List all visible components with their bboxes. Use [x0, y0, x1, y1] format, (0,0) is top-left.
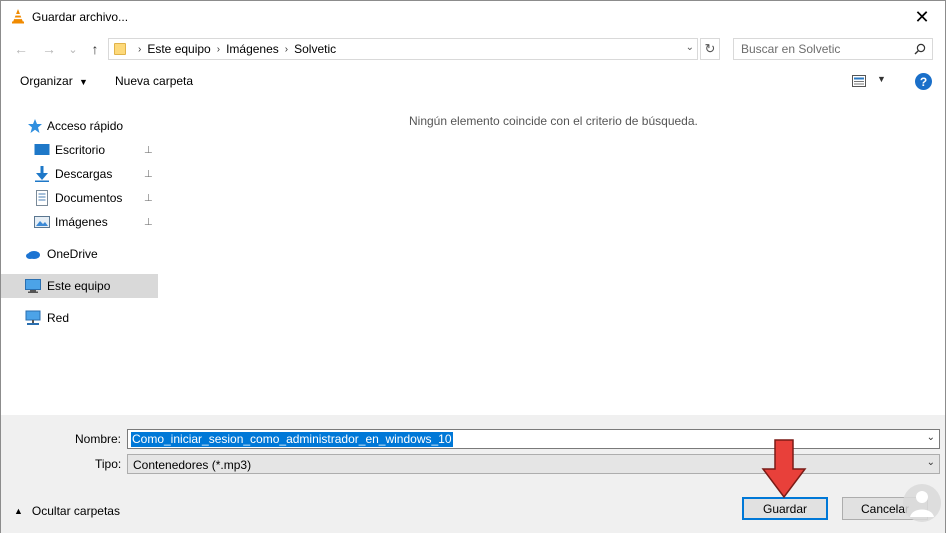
recent-locations-button[interactable]: ⌄	[63, 38, 83, 60]
computer-icon	[25, 279, 41, 293]
desktop-icon	[34, 144, 50, 155]
back-arrow-icon: ←	[14, 41, 28, 57]
breadcrumb-separator: ›	[284, 43, 289, 55]
save-file-dialog: Guardar archivo... ✕ ← → ⌄ ↑ › Este equi…	[0, 0, 946, 533]
sidebar-item-label: Documentos	[55, 191, 123, 205]
file-type-label: Tipo:	[95, 457, 122, 471]
view-dropdown-icon[interactable]: ▼	[877, 74, 886, 84]
search-placeholder: Buscar en Solvetic	[741, 42, 841, 56]
sidebar-item-desktop[interactable]: Escritorio ⊥	[1, 138, 158, 162]
up-arrow-icon: ↑	[91, 41, 99, 57]
file-name-label: Nombre:	[75, 432, 122, 446]
sidebar-item-documents[interactable]: Documentos ⊥	[1, 186, 158, 210]
file-type-value: Contenedores (*.mp3)	[133, 458, 252, 472]
sidebar-item-label: Descargas	[55, 167, 113, 181]
title-bar: Guardar archivo... ✕	[1, 1, 945, 33]
pin-icon[interactable]: ⊥	[144, 169, 153, 180]
window-title: Guardar archivo...	[32, 10, 129, 24]
download-icon	[35, 166, 49, 182]
close-button[interactable]: ✕	[899, 1, 945, 33]
refresh-button[interactable]: ↻	[700, 38, 720, 60]
save-button[interactable]: Guardar	[742, 497, 828, 520]
sidebar-item-network[interactable]: Red	[1, 306, 158, 330]
search-input[interactable]: Buscar en Solvetic	[733, 38, 933, 60]
empty-results-message: Ningún elemento coincide con el criterio…	[409, 114, 698, 128]
chevron-down-icon: ⌄	[68, 43, 78, 56]
chevron-down-icon[interactable]: ⌄	[927, 432, 935, 443]
navigation-pane: Acceso rápido Escritorio ⊥ Descargas ⊥ D…	[1, 109, 159, 409]
help-icon[interactable]: ?	[915, 73, 932, 90]
refresh-icon: ↻	[704, 41, 716, 56]
organize-label: Organizar	[20, 74, 73, 88]
pictures-icon	[34, 216, 50, 228]
sidebar-item-onedrive[interactable]: OneDrive	[1, 242, 158, 266]
pin-icon[interactable]: ⊥	[144, 193, 153, 204]
hide-folders-label: Ocultar carpetas	[31, 504, 120, 518]
sidebar-item-label: Acceso rápido	[47, 119, 124, 133]
breadcrumb-separator: ›	[216, 43, 221, 55]
up-button[interactable]: ↑	[85, 38, 105, 60]
sidebar-item-label: OneDrive	[47, 247, 98, 261]
address-dropdown-icon[interactable]: ⌄	[686, 42, 694, 53]
pin-icon[interactable]: ⊥	[144, 217, 153, 228]
organize-menu[interactable]: Organizar ▼	[20, 74, 88, 88]
file-name-input[interactable]: Como_iniciar_sesion_como_administrador_e…	[127, 429, 940, 449]
forward-arrow-icon: →	[42, 41, 56, 57]
sidebar-item-label: Este equipo	[47, 279, 111, 293]
pin-icon[interactable]: ⊥	[144, 145, 153, 156]
back-button[interactable]: ←	[11, 38, 31, 60]
forward-button[interactable]: →	[39, 38, 59, 60]
sidebar-item-label: Red	[47, 311, 70, 325]
network-icon	[25, 310, 41, 325]
breadcrumb-this-pc[interactable]: Este equipo	[147, 42, 210, 56]
navigation-bar: ← → ⌄ ↑ › Este equipo › Imágenes › Solve…	[1, 36, 945, 62]
sidebar-item-this-pc[interactable]: Este equipo	[1, 274, 158, 298]
sidebar-item-downloads[interactable]: Descargas ⊥	[1, 162, 158, 186]
caret-down-icon: ▼	[79, 77, 88, 87]
sidebar-item-pictures[interactable]: Imágenes ⊥	[1, 210, 158, 234]
file-type-select[interactable]: Contenedores (*.mp3) ⌄	[127, 454, 940, 474]
close-icon: ✕	[914, 6, 930, 27]
chevron-down-icon[interactable]: ⌄	[927, 457, 935, 468]
file-name-value: Como_iniciar_sesion_como_administrador_e…	[131, 432, 453, 447]
address-bar[interactable]: › Este equipo › Imágenes › Solvetic ⌄	[108, 38, 698, 60]
sidebar-item-quick-access[interactable]: Acceso rápido	[1, 114, 158, 138]
hide-folders-toggle[interactable]: ▲ Ocultar carpetas	[14, 504, 120, 518]
command-toolbar: Organizar ▼ Nueva carpeta ▼ ?	[1, 69, 945, 95]
sidebar-item-label: Escritorio	[55, 143, 106, 157]
breadcrumb-pictures[interactable]: Imágenes	[226, 42, 279, 56]
watermark-logo-icon	[903, 484, 941, 522]
document-icon	[36, 190, 48, 206]
new-folder-button[interactable]: Nueva carpeta	[115, 74, 193, 88]
chevron-up-icon: ▲	[14, 506, 23, 516]
cloud-icon	[26, 251, 40, 259]
breadcrumb-solvetic[interactable]: Solvetic	[294, 42, 336, 56]
folder-icon	[114, 43, 126, 55]
red-arrow-icon	[761, 439, 807, 499]
breadcrumb-separator: ›	[138, 43, 142, 55]
view-options-icon[interactable]	[852, 75, 866, 87]
vlc-cone-icon	[12, 9, 24, 24]
star-icon	[28, 119, 42, 133]
search-icon	[914, 43, 926, 55]
sidebar-item-label: Imágenes	[55, 215, 108, 229]
